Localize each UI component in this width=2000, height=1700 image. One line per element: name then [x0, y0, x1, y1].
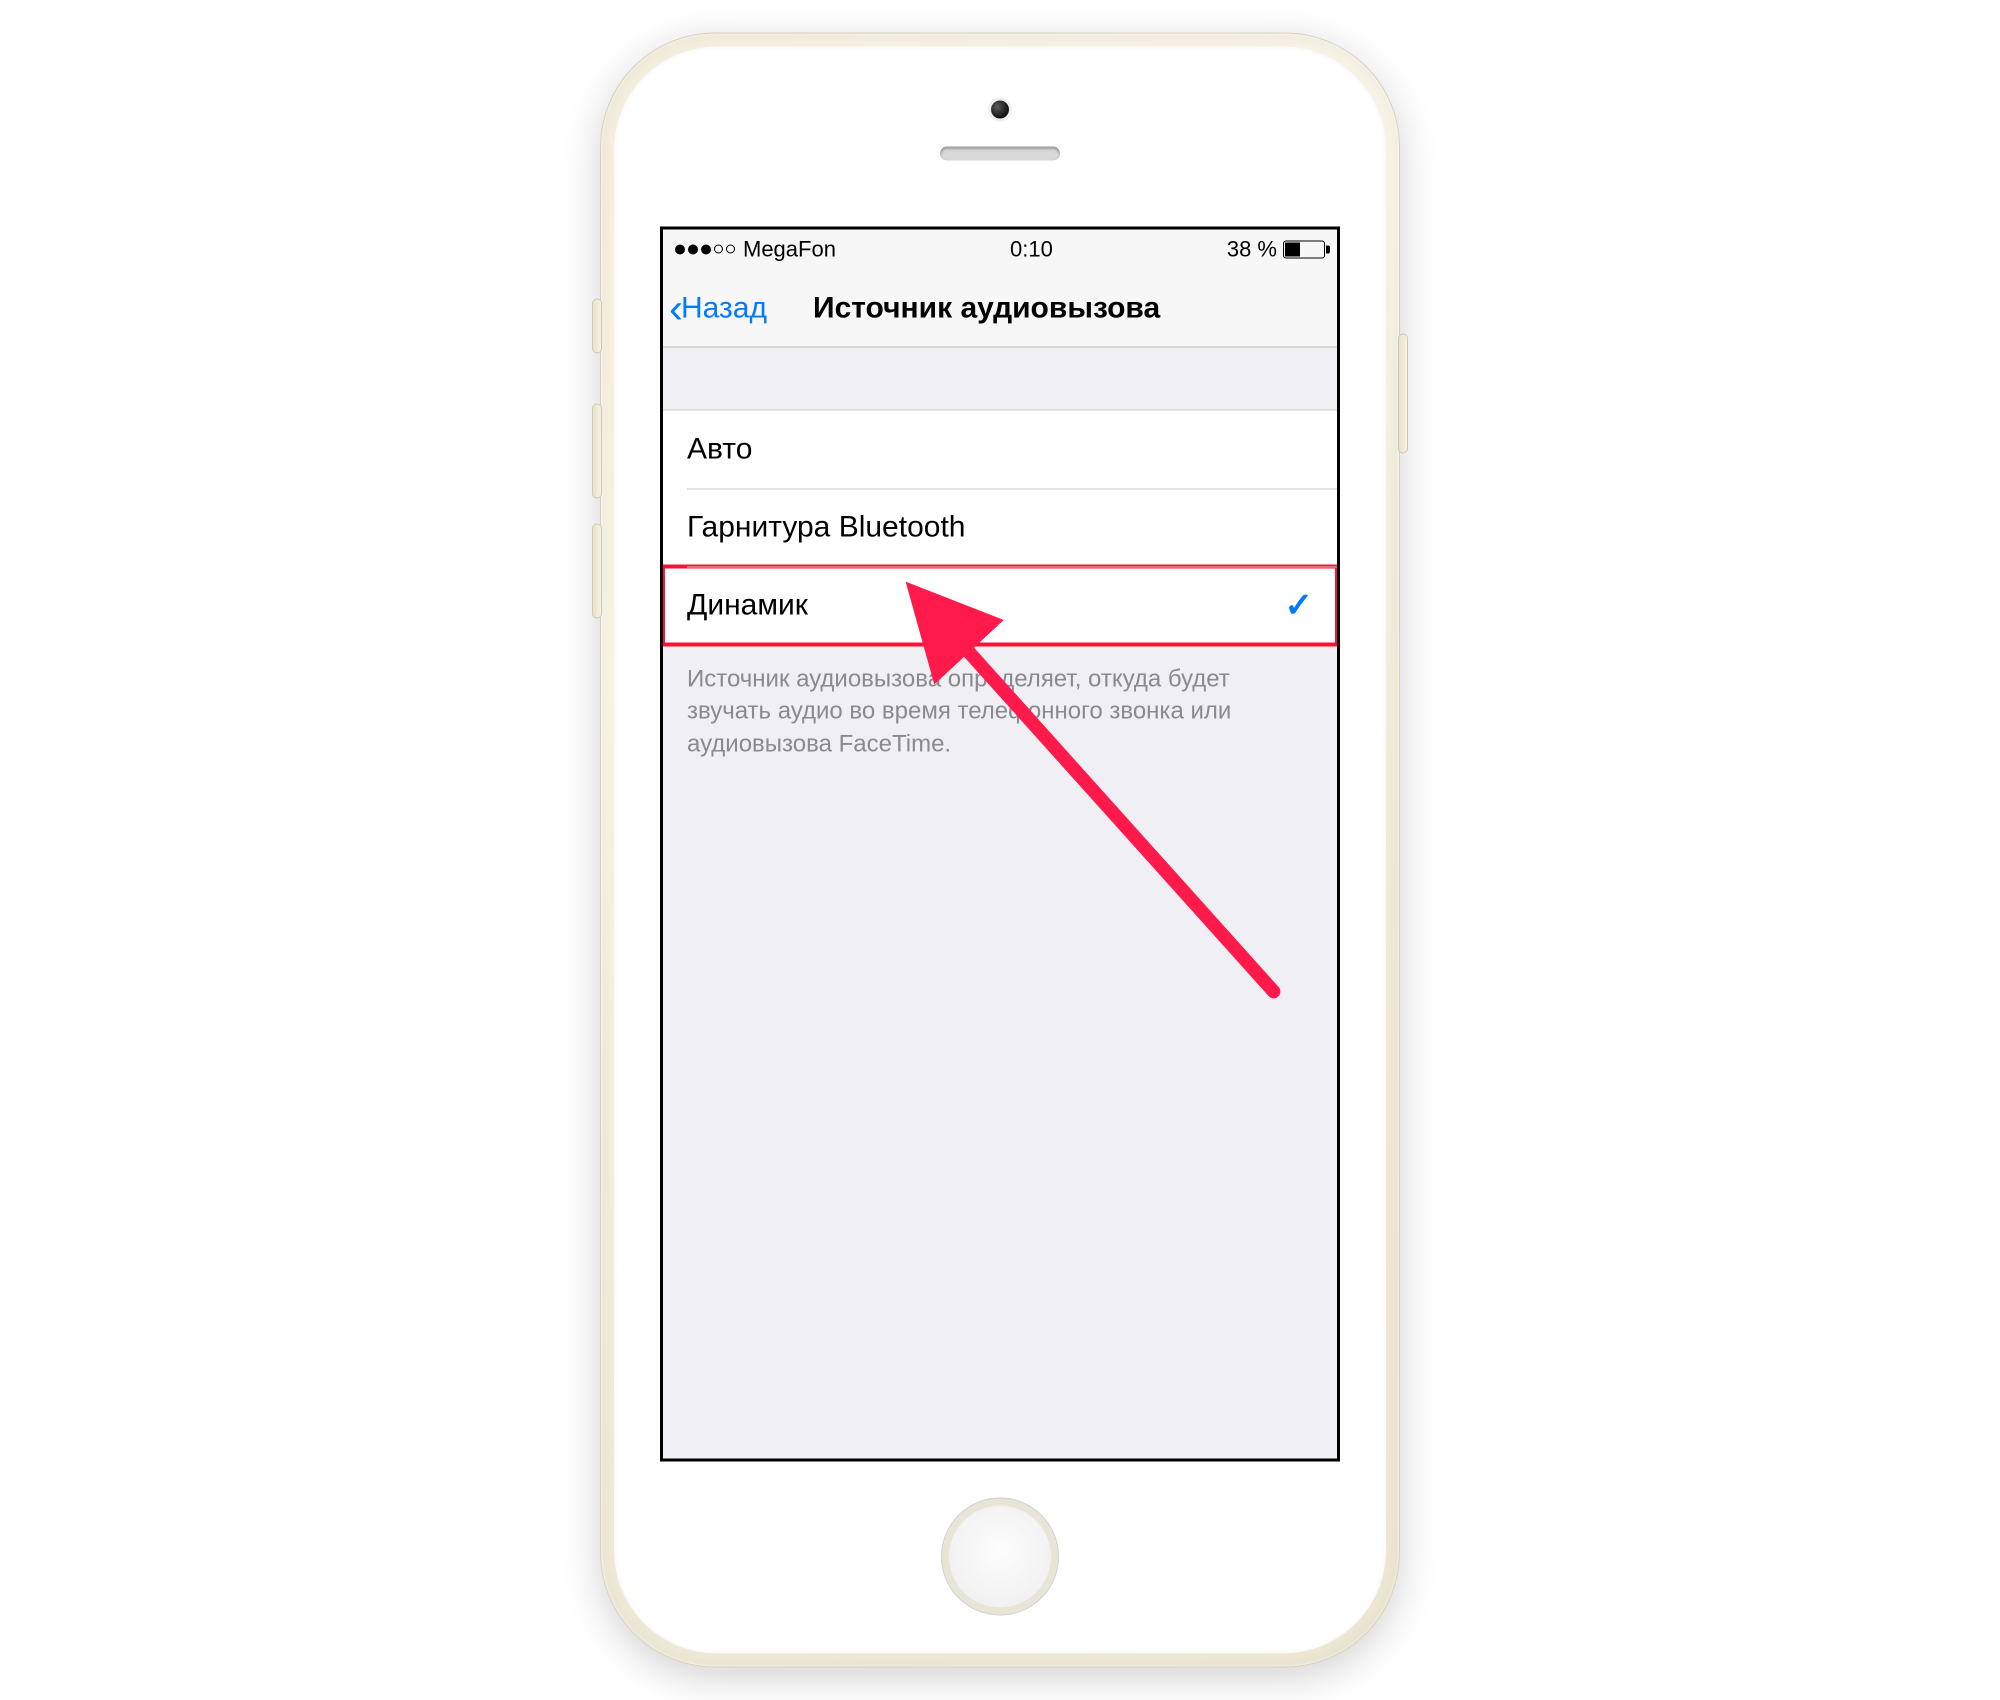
option-label: Гарнитура Bluetooth — [687, 511, 965, 545]
power-button[interactable] — [1398, 334, 1408, 454]
clock: 0:10 — [1010, 237, 1053, 263]
status-bar: MegaFon 0:10 38 % — [663, 230, 1337, 270]
nav-bar: ‹ Назад Источник аудиовызова — [663, 270, 1337, 348]
earpiece-speaker — [940, 147, 1060, 161]
checkmark-icon: ✓ — [1285, 508, 1314, 548]
page-title: Источник аудиовызова — [663, 291, 1337, 325]
checkmark-icon: ✓ — [1285, 430, 1314, 470]
option-speaker[interactable]: Динамик ✓ — [663, 567, 1337, 645]
carrier-label: MegaFon — [743, 237, 836, 263]
iphone-frame: MegaFon 0:10 38 % ‹ Назад Источник аудио… — [600, 33, 1400, 1668]
volume-up-button[interactable] — [592, 404, 602, 499]
screen: MegaFon 0:10 38 % ‹ Назад Источник аудио… — [660, 227, 1340, 1462]
battery-percent: 38 % — [1227, 237, 1277, 263]
status-right: 38 % — [1227, 237, 1325, 263]
option-label: Авто — [687, 433, 752, 467]
status-left: MegaFon — [675, 237, 836, 263]
audio-routing-list: Авто ✓ Гарнитура Bluetooth ✓ Динамик ✓ — [663, 410, 1337, 646]
front-camera — [991, 101, 1009, 119]
iphone-inner: MegaFon 0:10 38 % ‹ Назад Источник аудио… — [614, 47, 1386, 1654]
section-footer: Источник аудиовызова определяет, откуда … — [663, 646, 1337, 779]
option-bluetooth-headset[interactable]: Гарнитура Bluetooth ✓ — [663, 489, 1337, 567]
option-auto[interactable]: Авто ✓ — [663, 411, 1337, 489]
option-label: Динамик — [687, 589, 808, 623]
signal-strength-icon — [675, 245, 735, 255]
checkmark-icon: ✓ — [1285, 586, 1314, 626]
volume-down-button[interactable] — [592, 524, 602, 619]
battery-icon — [1283, 241, 1325, 259]
home-button[interactable] — [941, 1498, 1059, 1616]
mute-switch[interactable] — [592, 299, 602, 354]
